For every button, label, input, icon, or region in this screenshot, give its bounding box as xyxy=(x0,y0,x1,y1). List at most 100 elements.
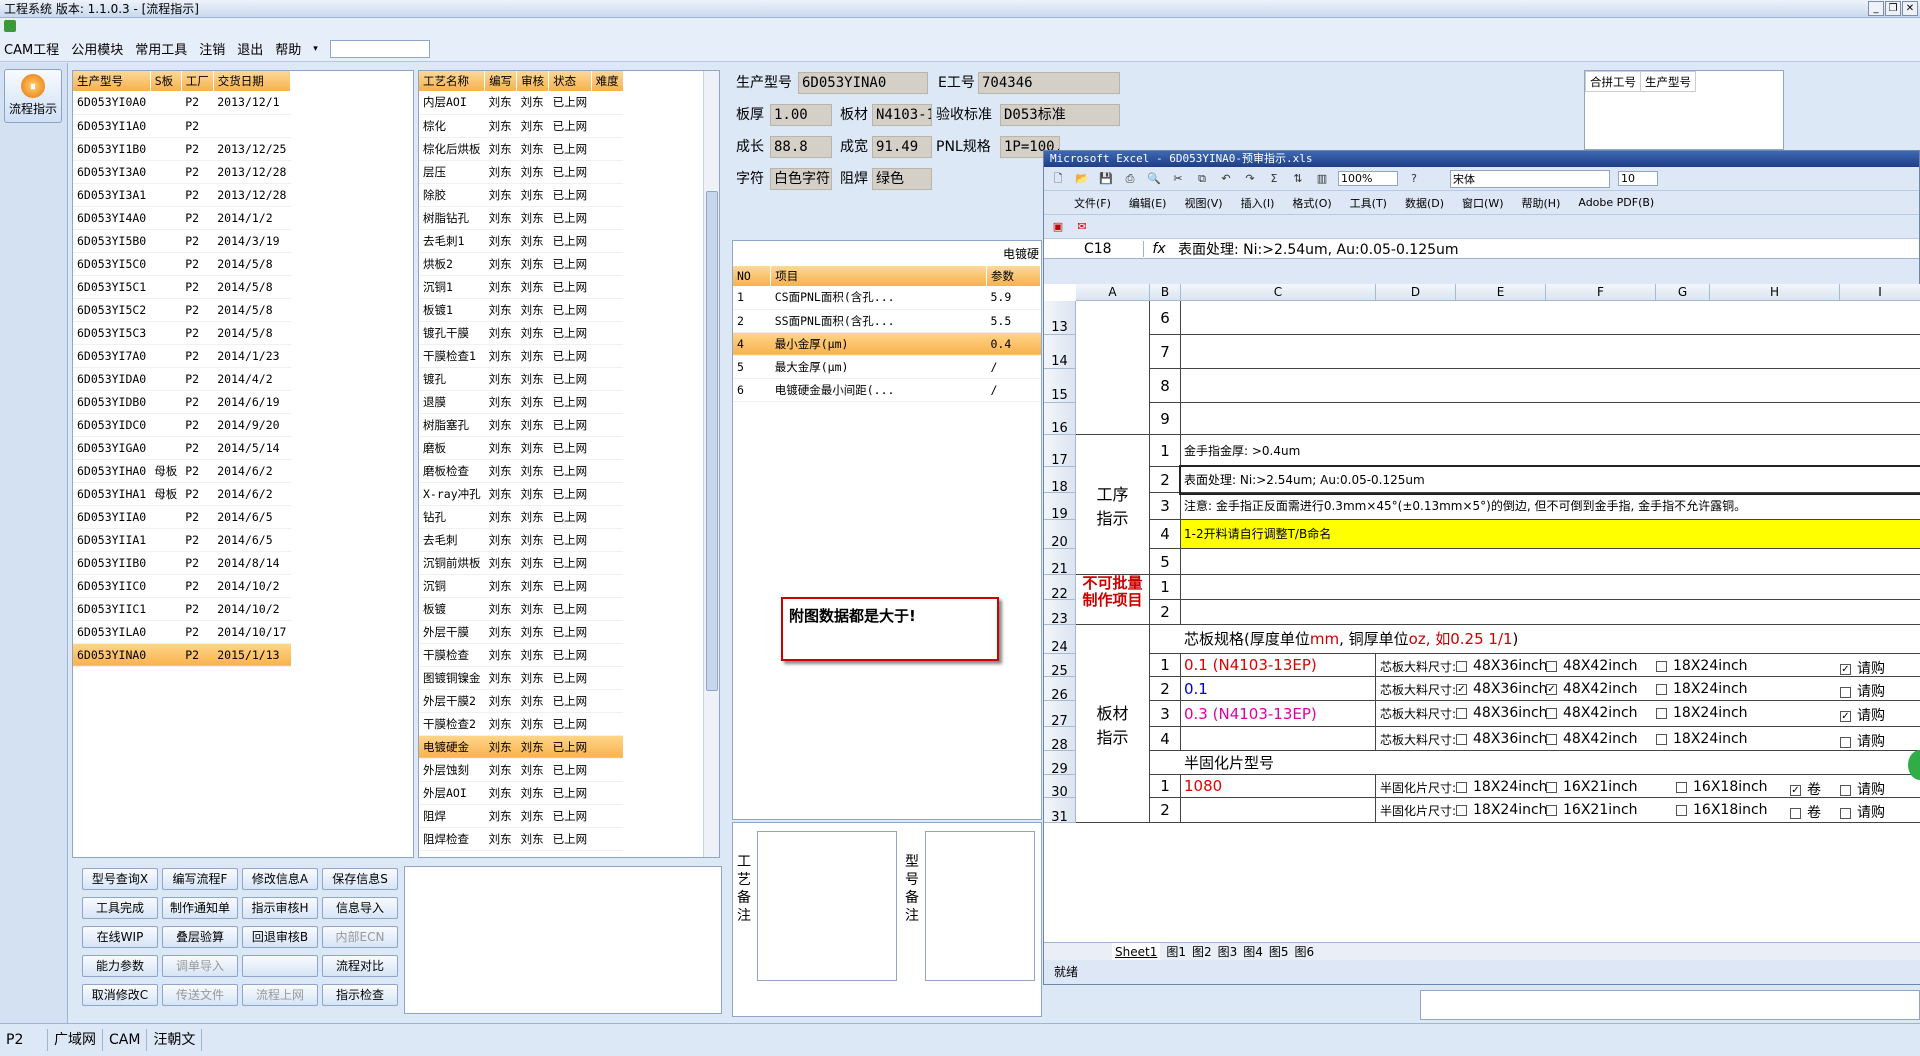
pp-option[interactable]: 18X24inch xyxy=(1456,802,1548,818)
open-icon[interactable]: 📂 xyxy=(1074,171,1090,187)
process-col-header[interactable]: 难度 xyxy=(591,71,624,91)
table-row[interactable]: 镀孔 刘东 刘东 已上网 xyxy=(419,367,624,391)
restore-button[interactable]: ❐ xyxy=(1885,1,1901,16)
checkbox[interactable] xyxy=(1546,660,1557,672)
pp-option[interactable]: 16X18inch xyxy=(1676,779,1768,795)
action-button[interactable]: 取消修改C xyxy=(82,984,158,1006)
core-option[interactable]: 48X42inch xyxy=(1546,705,1638,721)
sheet-tab[interactable]: 图1 xyxy=(1166,943,1186,960)
action-button[interactable] xyxy=(242,955,318,977)
action-button[interactable]: 制作通知单 xyxy=(162,897,238,919)
minimize-button[interactable]: _ xyxy=(1868,1,1884,16)
checkbox[interactable]: ✓ xyxy=(1546,683,1557,695)
row-number-cell[interactable]: 2 xyxy=(1150,677,1181,701)
print-icon[interactable]: ⎙ xyxy=(1122,171,1138,187)
pp-option[interactable]: 请购 xyxy=(1840,802,1885,822)
core-value-cell[interactable]: 0.3 (N4103-13EP) xyxy=(1181,701,1376,727)
row-number-cell[interactable]: 1 xyxy=(1150,775,1181,798)
table-row[interactable]: 磨板 刘东 刘东 已上网 xyxy=(419,436,624,460)
pp-option[interactable]: 18X24inch xyxy=(1456,779,1548,795)
row-number-cell[interactable]: 6 xyxy=(1150,301,1181,335)
len-field[interactable]: 88.8 xyxy=(770,136,832,158)
pp-option[interactable]: 请购 xyxy=(1840,779,1885,799)
table-row[interactable]: 6 电镀硬金最小间距(... / xyxy=(733,378,1041,402)
table-row[interactable]: 6D053YIIC0 P2 2014/10/2 xyxy=(73,574,291,598)
column-header[interactable]: A xyxy=(1076,284,1150,301)
table-row[interactable]: 6D053YIDA0 P2 2014/4/2 xyxy=(73,367,291,391)
table-row[interactable]: 去毛刺 刘东 刘东 已上网 xyxy=(419,528,624,552)
action-button[interactable]: 工具完成 xyxy=(82,897,158,919)
row-header[interactable]: 18 xyxy=(1044,467,1076,495)
std-field[interactable]: D053标准 xyxy=(1000,104,1120,126)
pp-option[interactable]: 16X21inch xyxy=(1546,779,1638,795)
status-plant[interactable]: P2 xyxy=(0,1029,48,1051)
section-process-cell[interactable]: 工序指示 xyxy=(1076,435,1150,575)
pp-option[interactable]: 16X18inch xyxy=(1676,802,1768,818)
column-header[interactable]: C xyxy=(1181,284,1376,301)
params-col-header[interactable]: 参数 xyxy=(986,266,1041,286)
core-option[interactable]: 18X24inch xyxy=(1656,658,1748,674)
core-spec-title[interactable]: 芯板规格(厚度单位mm, 铜厚单位oz, 如0.25 1/1) xyxy=(1150,625,1920,654)
table-row[interactable]: 沉铜前烘板 刘东 刘东 已上网 xyxy=(419,551,624,575)
pp-option[interactable]: 16X21inch xyxy=(1546,802,1638,818)
zoom-select[interactable]: 100% xyxy=(1338,171,1398,186)
checkbox[interactable] xyxy=(1456,781,1467,793)
table-row[interactable]: 6D053YI3A0 P2 2013/12/28 xyxy=(73,160,291,184)
char-field[interactable]: 白色字符 xyxy=(770,168,832,190)
action-button[interactable]: 叠层验算 xyxy=(162,926,238,948)
undo-icon[interactable]: ↶ xyxy=(1218,171,1234,187)
core-value-cell[interactable]: 0.1 (N4103-13EP) xyxy=(1181,654,1376,677)
table-row[interactable]: 磨板检查 刘东 刘东 已上网 xyxy=(419,459,624,483)
sheet-cell[interactable] xyxy=(1181,403,1920,435)
pdf-icon[interactable]: ▣ xyxy=(1050,219,1066,235)
table-row[interactable]: 6D053YIHA0 母板 P2 2014/6/2 xyxy=(73,459,291,483)
table-row[interactable]: 2 SS面PNL面积(含孔... 5.5 xyxy=(733,309,1041,333)
table-row[interactable]: 6D053YILA0 P2 2014/10/17 xyxy=(73,620,291,644)
table-row[interactable]: 去毛刺1 刘东 刘东 已上网 xyxy=(419,229,624,253)
row-header[interactable]: 26 xyxy=(1044,677,1076,703)
table-row[interactable]: 6D053YIGA0 P2 2014/5/14 xyxy=(73,436,291,460)
preview-icon[interactable]: 🔍 xyxy=(1146,171,1162,187)
section-cell[interactable] xyxy=(1076,301,1150,435)
row-number-cell[interactable]: 8 xyxy=(1150,369,1181,403)
table-row[interactable]: 干膜检查1 刘东 刘东 已上网 xyxy=(419,344,624,368)
checkbox[interactable] xyxy=(1840,784,1851,796)
table-row[interactable]: 1 CS面PNL面积(含孔... 5.9 xyxy=(733,286,1041,310)
table-row[interactable]: 镀孔干膜 刘东 刘东 已上网 xyxy=(419,321,624,345)
model-field[interactable]: 6D053YINA0 xyxy=(798,72,928,94)
excel-menu-item[interactable]: 格式(O) xyxy=(1292,195,1331,211)
proc-remark-field[interactable] xyxy=(757,831,897,981)
eno-field[interactable]: 704346 xyxy=(978,72,1120,94)
table-row[interactable]: 4 最小金厚(μm) 0.4 xyxy=(733,332,1041,356)
action-button[interactable]: 内部ECN xyxy=(322,926,398,948)
table-row[interactable]: 阻焊检查 刘东 刘东 已上网 xyxy=(419,827,624,851)
checkbox[interactable] xyxy=(1456,804,1467,816)
process-col-header[interactable]: 编写 xyxy=(484,71,518,91)
row-header[interactable]: 14 xyxy=(1044,335,1076,369)
excel-menu-item[interactable]: 编辑(E) xyxy=(1129,195,1167,211)
chevron-down-icon[interactable]: ▾ xyxy=(313,44,318,54)
core-option[interactable]: 48X42inch xyxy=(1546,731,1638,747)
core-option[interactable]: 请购 xyxy=(1840,731,1885,751)
column-header[interactable]: H xyxy=(1710,284,1840,301)
core-value-cell[interactable]: 0.1 xyxy=(1181,677,1376,701)
excel-menu-item[interactable]: Adobe PDF(B) xyxy=(1578,196,1654,209)
table-row[interactable]: 5 最大金厚(μm) / xyxy=(733,355,1041,379)
table-row[interactable]: 板镀 刘东 刘东 已上网 xyxy=(419,597,624,621)
table-row[interactable]: 6D053YI4A0 P2 2014/1/2 xyxy=(73,206,291,230)
table-row[interactable]: 钻孔 刘东 刘东 已上网 xyxy=(419,505,624,529)
cut-icon[interactable]: ✂ xyxy=(1170,171,1186,187)
pp-option[interactable]: 卷 xyxy=(1790,802,1821,822)
menu-exit[interactable]: 退出 xyxy=(237,39,263,58)
core-option[interactable]: ✓ 请购 xyxy=(1840,658,1885,678)
row-number-cell[interactable]: 1 xyxy=(1150,575,1181,600)
row-number-cell[interactable]: 3 xyxy=(1150,701,1181,727)
name-box[interactable]: C18 xyxy=(1044,240,1144,257)
menu-help[interactable]: 帮助 xyxy=(275,39,301,58)
table-row[interactable]: 图镀铜镍金 刘东 刘东 已上网 xyxy=(419,666,624,690)
row-number-cell[interactable]: 3 xyxy=(1150,493,1181,520)
table-row[interactable]: 6D053YI1B0 P2 2013/12/25 xyxy=(73,137,291,161)
row-header[interactable]: 21 xyxy=(1044,549,1076,577)
excel-menu-item[interactable]: 工具(T) xyxy=(1350,195,1387,211)
checkbox[interactable]: ✓ xyxy=(1840,710,1851,722)
